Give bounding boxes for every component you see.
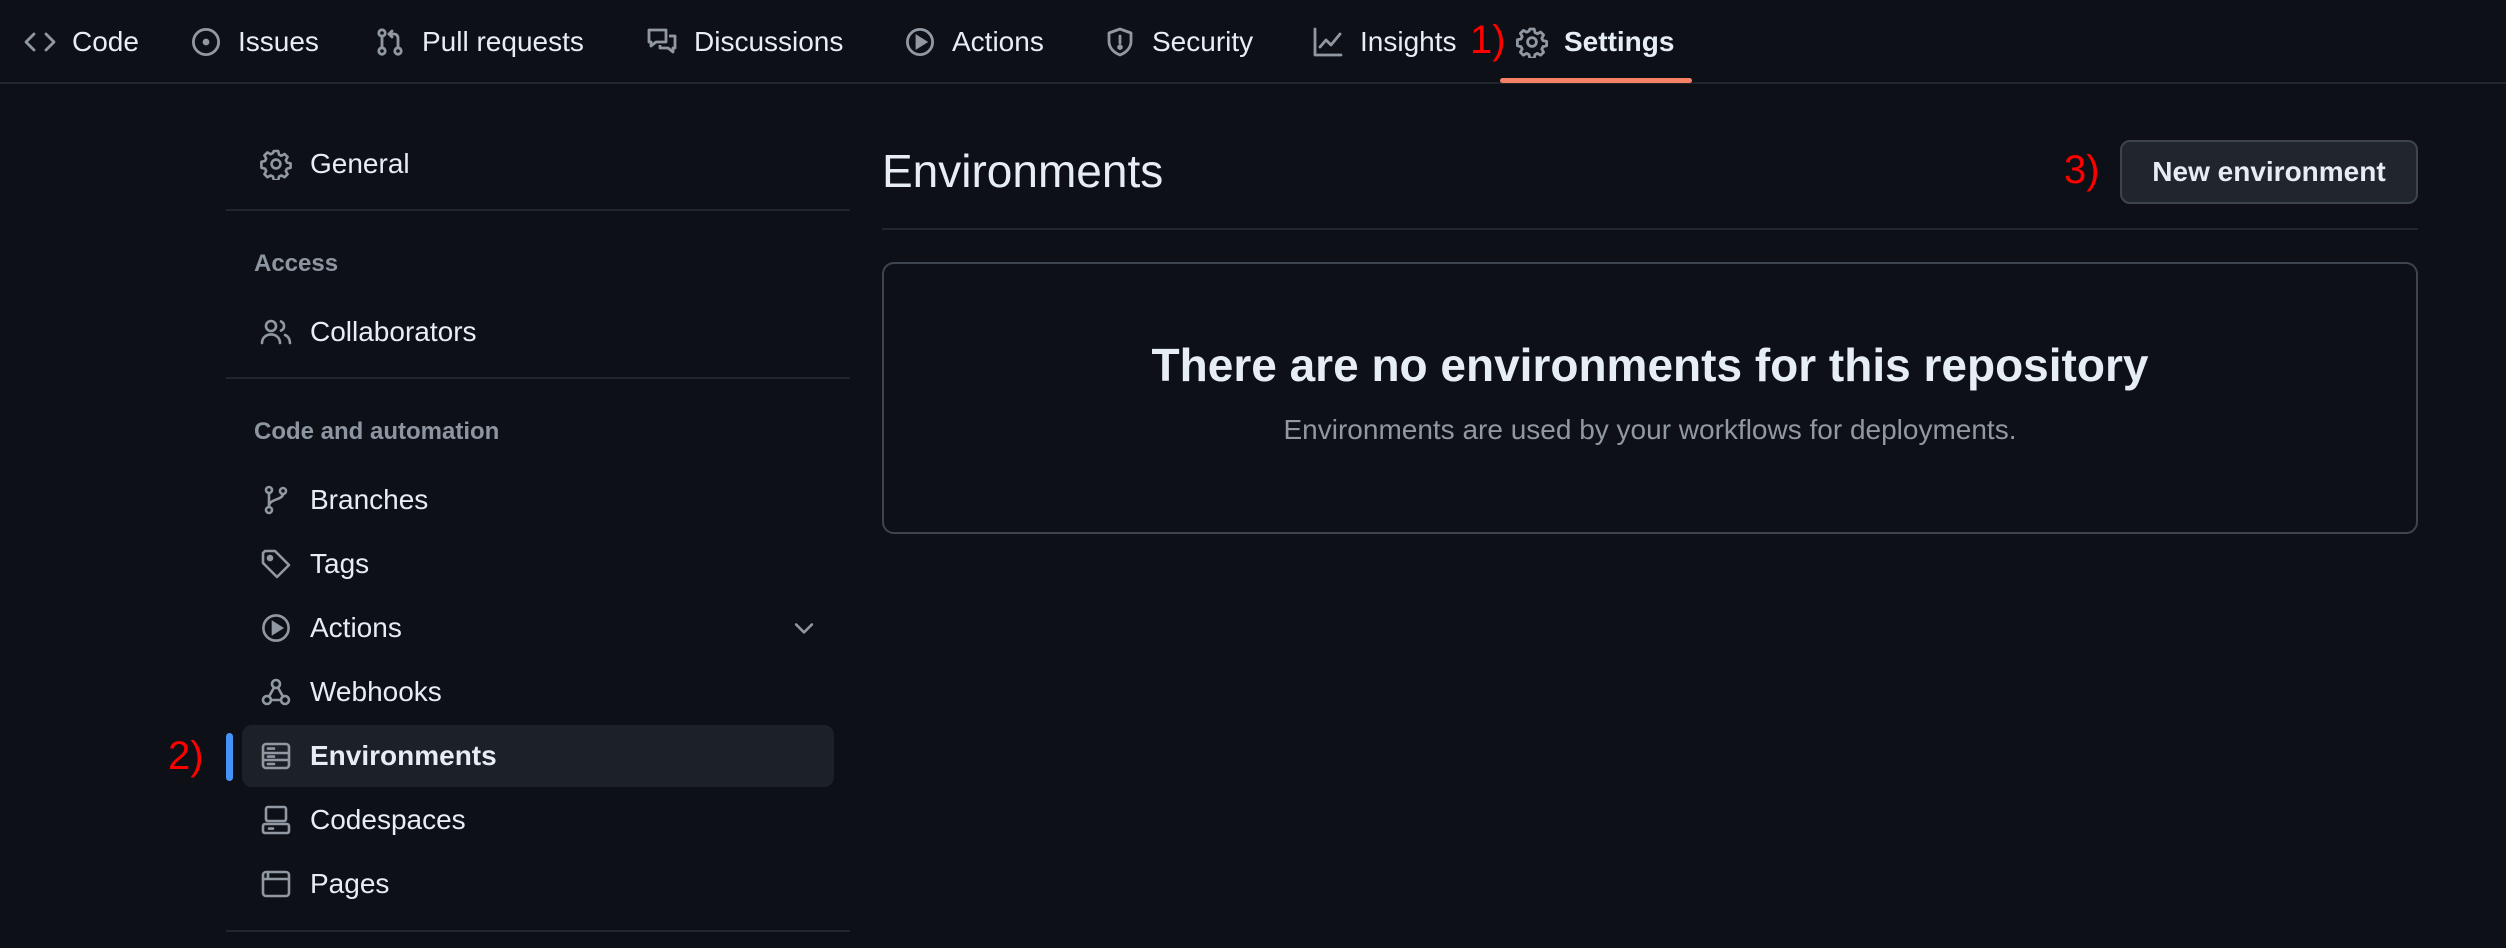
tab-label: Pull requests — [422, 26, 584, 57]
active-item-indicator — [226, 733, 233, 781]
sidebar-item-label: Actions — [310, 612, 402, 643]
play-icon — [904, 26, 936, 58]
sidebar-heading-access: Access — [254, 250, 339, 277]
sidebar-divider — [226, 377, 850, 379]
sidebar-item-actions[interactable]: Actions — [242, 597, 834, 659]
sidebar-item-webhooks[interactable]: Webhooks — [242, 661, 834, 723]
shield-icon — [1104, 26, 1136, 58]
sidebar-item-codespaces[interactable]: Codespaces — [242, 789, 834, 851]
sidebar-item-label: Collaborators — [310, 316, 477, 347]
tab-label: Settings — [1564, 26, 1675, 57]
sidebar-item-general[interactable]: General — [242, 133, 834, 195]
code-icon — [24, 26, 56, 58]
tab-label: Insights — [1360, 26, 1457, 57]
tab-label: Security — [1152, 26, 1254, 57]
people-icon — [260, 316, 292, 348]
sidebar-divider — [226, 930, 850, 932]
server-icon — [260, 740, 292, 772]
graph-icon — [1312, 26, 1344, 58]
annotation-2: 2) — [168, 734, 204, 778]
sidebar-item-pages[interactable]: Pages — [242, 853, 834, 915]
codespaces-icon — [260, 804, 292, 836]
sidebar-item-label: Environments — [310, 740, 497, 771]
sidebar-item-label: Pages — [310, 868, 390, 899]
tab-label: Issues — [238, 26, 319, 57]
blankslate-title: There are no environments for this repos… — [1151, 339, 2149, 391]
sidebar-item-branches[interactable]: Branches — [242, 469, 834, 531]
repo-navigation: Code Issues Pull requests Discussions Ac… — [0, 0, 2506, 84]
sidebar-item-label: Tags — [310, 548, 370, 579]
play-icon — [260, 612, 292, 644]
sidebar-item-tags[interactable]: Tags — [242, 533, 834, 595]
sidebar-item-collaborators[interactable]: Collaborators — [242, 301, 834, 363]
new-environment-button[interactable]: New environment — [2120, 140, 2418, 204]
sidebar-item-label: Branches — [310, 484, 429, 515]
sidebar-item-label: Codespaces — [310, 804, 466, 835]
title-divider — [882, 228, 2418, 230]
tab-label: Discussions — [694, 26, 844, 57]
webhook-icon — [260, 676, 292, 708]
page-title: Environments — [882, 145, 1164, 197]
sidebar-item-environments[interactable]: Environments — [242, 725, 834, 787]
gear-icon — [1516, 26, 1548, 58]
tab-actions[interactable]: Actions — [904, 0, 1044, 84]
sidebar-divider — [226, 209, 850, 211]
gear-icon — [260, 148, 292, 180]
active-tab-underline — [1500, 78, 1692, 83]
blankslate-description: Environments are used by your workflows … — [1283, 414, 2017, 445]
tag-icon — [260, 548, 292, 580]
sidebar-heading-code-automation: Code and automation — [254, 418, 500, 445]
tab-insights[interactable]: Insights — [1312, 0, 1457, 84]
tab-label: Code — [72, 26, 139, 57]
issue-opened-icon — [190, 26, 222, 58]
comment-discussion-icon — [646, 26, 678, 58]
chevron-down-icon[interactable] — [790, 614, 818, 642]
browser-icon — [260, 868, 292, 900]
annotation-3: 3) — [2064, 148, 2100, 192]
tab-discussions[interactable]: Discussions — [646, 0, 843, 84]
sidebar-item-label: Webhooks — [310, 676, 442, 707]
tab-settings[interactable]: Settings — [1516, 0, 1674, 84]
blankslate: There are no environments for this repos… — [882, 262, 2418, 534]
annotation-1: 1) — [1470, 18, 1506, 62]
tab-security[interactable]: Security — [1104, 0, 1253, 84]
tab-issues[interactable]: Issues — [190, 0, 319, 84]
tab-code[interactable]: Code — [24, 0, 139, 84]
git-pull-request-icon — [374, 26, 406, 58]
git-branch-icon — [260, 484, 292, 516]
tab-label: Actions — [952, 26, 1044, 57]
tab-pull-requests[interactable]: Pull requests — [374, 0, 584, 84]
sidebar-item-label: General — [310, 148, 410, 179]
